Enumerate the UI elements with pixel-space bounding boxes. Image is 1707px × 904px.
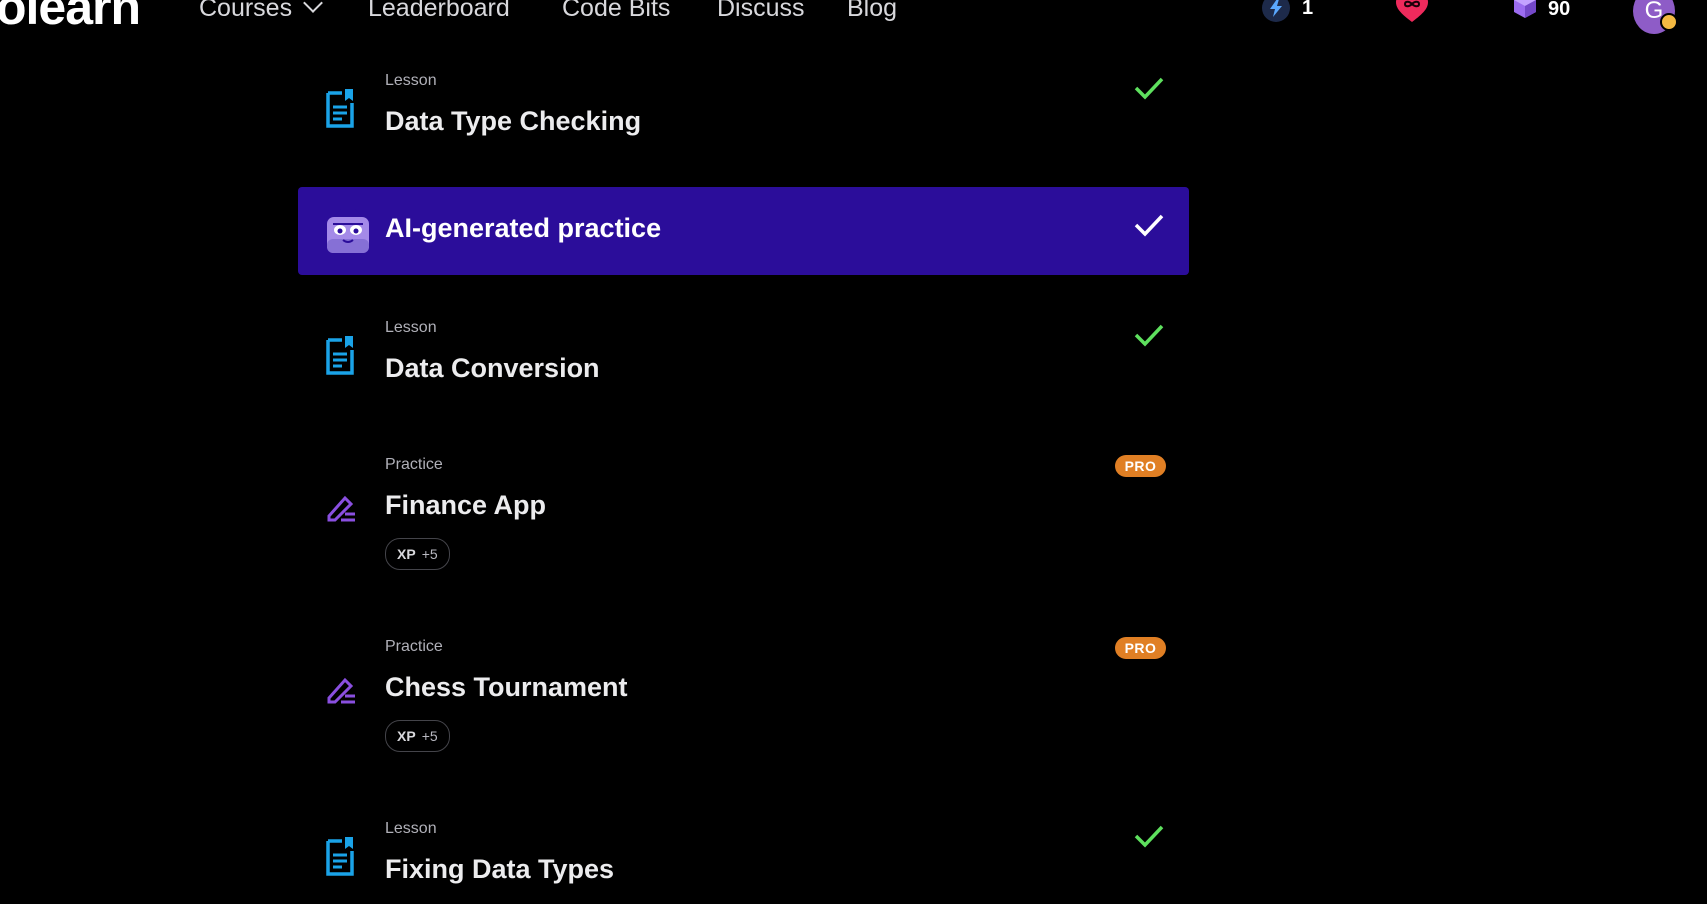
heart-infinity-icon	[1395, 0, 1429, 30]
logo[interactable]: olearn	[0, 0, 141, 36]
gems-count: 90	[1548, 0, 1571, 20]
item-type: Practice	[385, 456, 443, 473]
item-title: Fixing Data Types	[385, 854, 615, 884]
pencil-icon	[325, 674, 357, 711]
item-title: AI-generated practice	[385, 213, 662, 243]
item-type: Practice	[385, 638, 443, 655]
lesson-icon	[325, 89, 355, 134]
item-type: Lesson	[385, 820, 437, 837]
list-item-data-conversion[interactable]: Lesson Data Conversion	[298, 315, 1189, 415]
chevron-down-icon	[303, 0, 323, 13]
check-icon	[1134, 76, 1164, 105]
xp-label: XP	[397, 546, 416, 562]
item-title: Data Type Checking	[385, 106, 642, 136]
gem-icon	[1514, 0, 1536, 24]
check-icon	[1134, 213, 1164, 242]
nav-blog[interactable]: Blog	[847, 0, 897, 23]
streak-count: 1	[1302, 0, 1314, 19]
check-icon	[1134, 824, 1164, 853]
pro-badge: PRO	[1115, 637, 1166, 659]
ai-bot-icon	[325, 209, 371, 258]
lesson-icon	[325, 837, 355, 882]
lightning-icon	[1262, 0, 1290, 22]
streak-stat[interactable]: 1	[1262, 0, 1313, 22]
item-type: Lesson	[385, 72, 437, 89]
xp-value: +5	[421, 546, 438, 562]
item-title: Finance App	[385, 490, 547, 520]
pencil-icon	[325, 492, 357, 529]
xp-value: +5	[421, 728, 438, 744]
list-item-chess-tournament[interactable]: Practice Chess Tournament PRO XP +5	[298, 634, 1189, 754]
nav-courses[interactable]: Courses	[199, 0, 323, 23]
hearts-stat[interactable]	[1395, 0, 1429, 30]
item-title: Chess Tournament	[385, 672, 628, 702]
nav-courses-label: Courses	[199, 0, 293, 22]
list-item-data-type-checking[interactable]: Lesson Data Type Checking	[298, 68, 1189, 168]
xp-label: XP	[397, 728, 416, 744]
avatar[interactable]: G	[1633, 0, 1678, 34]
star-badge-icon	[1660, 13, 1678, 31]
top-nav: olearn Courses Leaderboard Code Bits Dis…	[0, 0, 1707, 36]
list-item-finance-app[interactable]: Practice Finance App PRO XP +5	[298, 452, 1189, 572]
item-type: Lesson	[385, 319, 437, 336]
check-icon	[1134, 323, 1164, 352]
xp-pill: XP +5	[385, 720, 450, 752]
list-item-fixing-data-types[interactable]: Lesson Fixing Data Types	[298, 816, 1189, 904]
lesson-icon	[325, 336, 355, 381]
nav-code-bits[interactable]: Code Bits	[562, 0, 670, 23]
nav-discuss[interactable]: Discuss	[717, 0, 805, 23]
pro-badge: PRO	[1115, 455, 1166, 477]
item-title: Data Conversion	[385, 353, 600, 383]
list-item-ai-generated-practice[interactable]: AI-generated practice	[298, 187, 1189, 275]
nav-leaderboard[interactable]: Leaderboard	[368, 0, 510, 23]
xp-pill: XP +5	[385, 538, 450, 570]
gems-stat[interactable]: 90	[1514, 0, 1570, 24]
